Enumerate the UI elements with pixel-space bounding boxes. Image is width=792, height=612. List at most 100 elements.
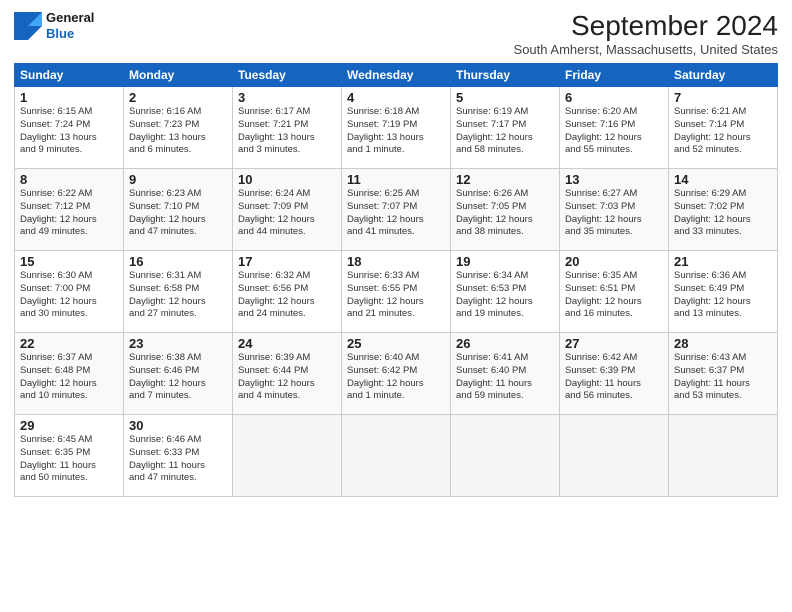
calendar-cell: 17Sunrise: 6:32 AM Sunset: 6:56 PM Dayli…: [233, 251, 342, 333]
header: General Blue September 2024 South Amhers…: [14, 10, 778, 57]
calendar-week-row: 15Sunrise: 6:30 AM Sunset: 7:00 PM Dayli…: [15, 251, 778, 333]
day-info: Sunrise: 6:32 AM Sunset: 6:56 PM Dayligh…: [238, 270, 336, 321]
day-number: 2: [129, 90, 227, 105]
day-number: 3: [238, 90, 336, 105]
day-number: 25: [347, 336, 445, 351]
day-number: 28: [674, 336, 772, 351]
weekday-header: Monday: [124, 64, 233, 87]
calendar-cell: 11Sunrise: 6:25 AM Sunset: 7:07 PM Dayli…: [342, 169, 451, 251]
calendar-cell: 16Sunrise: 6:31 AM Sunset: 6:58 PM Dayli…: [124, 251, 233, 333]
calendar-table: SundayMondayTuesdayWednesdayThursdayFrid…: [14, 63, 778, 497]
calendar-cell: 9Sunrise: 6:23 AM Sunset: 7:10 PM Daylig…: [124, 169, 233, 251]
day-number: 17: [238, 254, 336, 269]
calendar-cell: [669, 415, 778, 497]
logo: General Blue: [14, 10, 94, 41]
weekday-header: Friday: [560, 64, 669, 87]
day-info: Sunrise: 6:31 AM Sunset: 6:58 PM Dayligh…: [129, 270, 227, 321]
weekday-header: Tuesday: [233, 64, 342, 87]
page: General Blue September 2024 South Amhers…: [0, 0, 792, 612]
day-number: 27: [565, 336, 663, 351]
day-number: 6: [565, 90, 663, 105]
day-number: 9: [129, 172, 227, 187]
day-info: Sunrise: 6:18 AM Sunset: 7:19 PM Dayligh…: [347, 106, 445, 157]
day-info: Sunrise: 6:36 AM Sunset: 6:49 PM Dayligh…: [674, 270, 772, 321]
calendar-cell: [560, 415, 669, 497]
calendar-body: 1Sunrise: 6:15 AM Sunset: 7:24 PM Daylig…: [15, 87, 778, 497]
day-info: Sunrise: 6:40 AM Sunset: 6:42 PM Dayligh…: [347, 352, 445, 403]
calendar-cell: 23Sunrise: 6:38 AM Sunset: 6:46 PM Dayli…: [124, 333, 233, 415]
calendar-cell: [451, 415, 560, 497]
weekday-header: Thursday: [451, 64, 560, 87]
weekday-header: Saturday: [669, 64, 778, 87]
day-number: 5: [456, 90, 554, 105]
day-number: 23: [129, 336, 227, 351]
day-number: 19: [456, 254, 554, 269]
day-info: Sunrise: 6:34 AM Sunset: 6:53 PM Dayligh…: [456, 270, 554, 321]
day-number: 29: [20, 418, 118, 433]
day-number: 22: [20, 336, 118, 351]
day-number: 26: [456, 336, 554, 351]
day-info: Sunrise: 6:33 AM Sunset: 6:55 PM Dayligh…: [347, 270, 445, 321]
day-info: Sunrise: 6:21 AM Sunset: 7:14 PM Dayligh…: [674, 106, 772, 157]
day-number: 1: [20, 90, 118, 105]
calendar-cell: 18Sunrise: 6:33 AM Sunset: 6:55 PM Dayli…: [342, 251, 451, 333]
day-info: Sunrise: 6:20 AM Sunset: 7:16 PM Dayligh…: [565, 106, 663, 157]
day-info: Sunrise: 6:38 AM Sunset: 6:46 PM Dayligh…: [129, 352, 227, 403]
weekday-header: Wednesday: [342, 64, 451, 87]
calendar-cell: 15Sunrise: 6:30 AM Sunset: 7:00 PM Dayli…: [15, 251, 124, 333]
day-number: 21: [674, 254, 772, 269]
calendar-cell: 14Sunrise: 6:29 AM Sunset: 7:02 PM Dayli…: [669, 169, 778, 251]
day-info: Sunrise: 6:45 AM Sunset: 6:35 PM Dayligh…: [20, 434, 118, 485]
calendar-cell: 13Sunrise: 6:27 AM Sunset: 7:03 PM Dayli…: [560, 169, 669, 251]
month-title: September 2024: [514, 10, 778, 42]
day-info: Sunrise: 6:24 AM Sunset: 7:09 PM Dayligh…: [238, 188, 336, 239]
day-info: Sunrise: 6:35 AM Sunset: 6:51 PM Dayligh…: [565, 270, 663, 321]
day-info: Sunrise: 6:22 AM Sunset: 7:12 PM Dayligh…: [20, 188, 118, 239]
day-number: 13: [565, 172, 663, 187]
day-number: 11: [347, 172, 445, 187]
day-number: 8: [20, 172, 118, 187]
calendar-cell: 21Sunrise: 6:36 AM Sunset: 6:49 PM Dayli…: [669, 251, 778, 333]
calendar-cell: 10Sunrise: 6:24 AM Sunset: 7:09 PM Dayli…: [233, 169, 342, 251]
day-number: 20: [565, 254, 663, 269]
calendar-cell: 25Sunrise: 6:40 AM Sunset: 6:42 PM Dayli…: [342, 333, 451, 415]
calendar-cell: [233, 415, 342, 497]
calendar-cell: 1Sunrise: 6:15 AM Sunset: 7:24 PM Daylig…: [15, 87, 124, 169]
calendar-cell: 22Sunrise: 6:37 AM Sunset: 6:48 PM Dayli…: [15, 333, 124, 415]
calendar-cell: 8Sunrise: 6:22 AM Sunset: 7:12 PM Daylig…: [15, 169, 124, 251]
day-number: 12: [456, 172, 554, 187]
day-info: Sunrise: 6:15 AM Sunset: 7:24 PM Dayligh…: [20, 106, 118, 157]
day-info: Sunrise: 6:37 AM Sunset: 6:48 PM Dayligh…: [20, 352, 118, 403]
location: South Amherst, Massachusetts, United Sta…: [514, 42, 778, 57]
day-number: 30: [129, 418, 227, 433]
calendar-cell: 28Sunrise: 6:43 AM Sunset: 6:37 PM Dayli…: [669, 333, 778, 415]
day-info: Sunrise: 6:29 AM Sunset: 7:02 PM Dayligh…: [674, 188, 772, 239]
day-info: Sunrise: 6:23 AM Sunset: 7:10 PM Dayligh…: [129, 188, 227, 239]
calendar-week-row: 29Sunrise: 6:45 AM Sunset: 6:35 PM Dayli…: [15, 415, 778, 497]
calendar-cell: 20Sunrise: 6:35 AM Sunset: 6:51 PM Dayli…: [560, 251, 669, 333]
day-number: 7: [674, 90, 772, 105]
calendar-cell: 6Sunrise: 6:20 AM Sunset: 7:16 PM Daylig…: [560, 87, 669, 169]
day-info: Sunrise: 6:25 AM Sunset: 7:07 PM Dayligh…: [347, 188, 445, 239]
day-info: Sunrise: 6:27 AM Sunset: 7:03 PM Dayligh…: [565, 188, 663, 239]
day-info: Sunrise: 6:30 AM Sunset: 7:00 PM Dayligh…: [20, 270, 118, 321]
day-info: Sunrise: 6:17 AM Sunset: 7:21 PM Dayligh…: [238, 106, 336, 157]
calendar-cell: [342, 415, 451, 497]
calendar-cell: 27Sunrise: 6:42 AM Sunset: 6:39 PM Dayli…: [560, 333, 669, 415]
day-number: 24: [238, 336, 336, 351]
calendar-cell: 5Sunrise: 6:19 AM Sunset: 7:17 PM Daylig…: [451, 87, 560, 169]
day-info: Sunrise: 6:46 AM Sunset: 6:33 PM Dayligh…: [129, 434, 227, 485]
day-number: 14: [674, 172, 772, 187]
calendar-cell: 30Sunrise: 6:46 AM Sunset: 6:33 PM Dayli…: [124, 415, 233, 497]
calendar-cell: 29Sunrise: 6:45 AM Sunset: 6:35 PM Dayli…: [15, 415, 124, 497]
day-number: 10: [238, 172, 336, 187]
weekday-header: Sunday: [15, 64, 124, 87]
day-info: Sunrise: 6:39 AM Sunset: 6:44 PM Dayligh…: [238, 352, 336, 403]
calendar-week-row: 1Sunrise: 6:15 AM Sunset: 7:24 PM Daylig…: [15, 87, 778, 169]
calendar-cell: 24Sunrise: 6:39 AM Sunset: 6:44 PM Dayli…: [233, 333, 342, 415]
calendar-header-row: SundayMondayTuesdayWednesdayThursdayFrid…: [15, 64, 778, 87]
calendar-cell: 19Sunrise: 6:34 AM Sunset: 6:53 PM Dayli…: [451, 251, 560, 333]
title-block: September 2024 South Amherst, Massachuse…: [514, 10, 778, 57]
logo-icon: [14, 12, 42, 40]
day-info: Sunrise: 6:43 AM Sunset: 6:37 PM Dayligh…: [674, 352, 772, 403]
